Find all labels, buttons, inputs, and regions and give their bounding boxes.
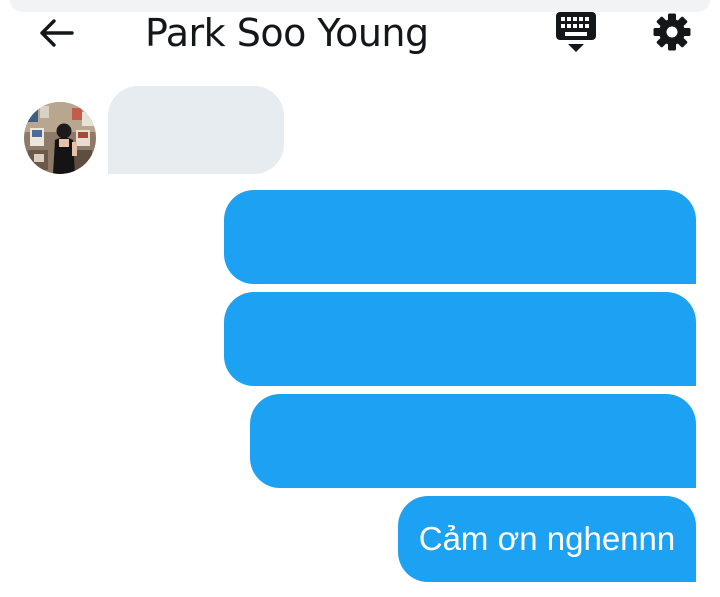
conversation-title: Park Soo Young	[145, 11, 429, 55]
message-bubble-outgoing[interactable]	[224, 190, 696, 284]
message-bubble-outgoing[interactable]: Cảm ơn nghennn	[398, 496, 696, 582]
message-bubble-outgoing[interactable]	[250, 394, 696, 488]
settings-button[interactable]	[648, 8, 696, 56]
gear-icon	[653, 13, 691, 51]
keyboard-button[interactable]	[552, 10, 600, 56]
avatar-photo	[24, 102, 96, 174]
back-button[interactable]	[34, 14, 78, 52]
arrow-left-icon	[40, 19, 74, 47]
message-bubble-incoming[interactable]	[108, 86, 284, 174]
keyboard-icon	[556, 12, 596, 52]
message-bubble-outgoing[interactable]	[224, 292, 696, 386]
conversation-header: Park Soo Young	[0, 0, 720, 66]
contact-avatar[interactable]	[24, 102, 96, 174]
